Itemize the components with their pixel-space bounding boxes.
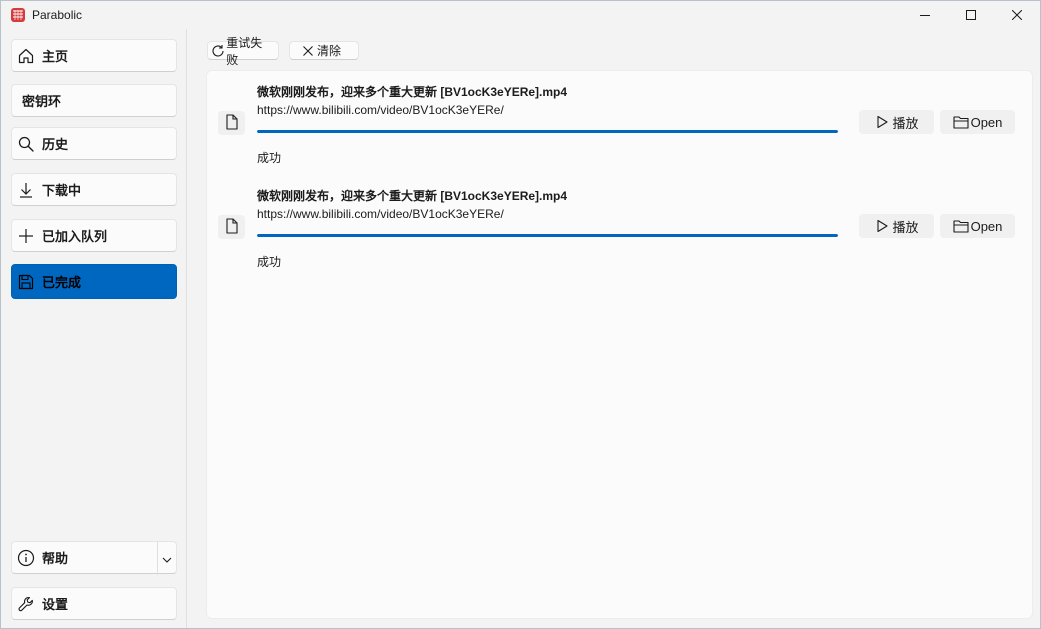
download-row: 微软刚刚发布，迎来多个重大更新 [BV1ocK3eYERe].mp4 https… xyxy=(207,79,1034,179)
retry-failed-button[interactable]: 重试失败 xyxy=(207,36,279,67)
window-title: Parabolic xyxy=(32,8,83,22)
save-disk-icon xyxy=(16,272,36,292)
download-url: https://www.bilibili.com/video/BV1ocK3eY… xyxy=(257,207,504,221)
retry-failed-label: 重试失败 xyxy=(226,35,263,67)
sidebar-item-label: 密钥环 xyxy=(22,94,62,109)
progress-fill xyxy=(257,234,838,237)
completed-downloads-list: 微软刚刚发布，迎来多个重大更新 [BV1ocK3eYERe].mp4 https… xyxy=(206,70,1033,619)
progress-fill xyxy=(257,130,838,133)
download-status: 成功 xyxy=(257,151,282,165)
sidebar-item-label: 主页 xyxy=(42,49,69,64)
play-label: 播放 xyxy=(892,219,919,235)
folder-icon xyxy=(953,114,969,130)
sidebar-item-history[interactable]: 历史 xyxy=(11,127,177,160)
clear-button[interactable]: 清除 xyxy=(289,41,359,60)
sidebar-item-label: 已加入队列 xyxy=(42,229,108,244)
minimize-icon xyxy=(920,10,930,20)
sidebar-item-queued[interactable]: 已加入队列 xyxy=(11,219,177,252)
maximize-button[interactable] xyxy=(948,1,994,29)
download-url: https://www.bilibili.com/video/BV1ocK3eY… xyxy=(257,103,504,117)
close-button[interactable] xyxy=(994,1,1040,29)
chevron-down-icon xyxy=(162,551,172,566)
sidebar-item-settings[interactable]: 设置 xyxy=(11,587,177,620)
home-icon xyxy=(16,46,36,66)
play-button[interactable]: 播放 xyxy=(859,214,934,238)
file-button[interactable] xyxy=(218,111,245,135)
folder-icon xyxy=(953,218,969,234)
download-row: 微软刚刚发布，迎来多个重大更新 [BV1ocK3eYERe].mp4 https… xyxy=(207,183,1034,283)
parabolic-logo-icon xyxy=(10,7,26,23)
sidebar-item-label: 已完成 xyxy=(42,275,82,290)
open-folder-button[interactable]: Open xyxy=(940,214,1015,238)
sidebar-item-keyring[interactable]: 密钥环 xyxy=(11,84,177,117)
close-x-icon xyxy=(300,43,316,59)
download-arrow-icon xyxy=(16,180,36,200)
open-label: Open xyxy=(970,114,1003,130)
sidebar-item-label: 历史 xyxy=(42,137,69,152)
help-expander-button[interactable] xyxy=(157,542,176,575)
play-icon xyxy=(874,218,890,234)
app-window: Parabolic 主页 密钥环 历史 下载中 已加入队列 已完成 帮助 设置 … xyxy=(0,0,1041,629)
file-icon xyxy=(225,113,239,133)
file-icon xyxy=(225,217,239,237)
play-label: 播放 xyxy=(892,115,919,131)
sidebar-item-completed[interactable]: 已完成 xyxy=(11,264,177,299)
search-icon xyxy=(16,134,36,154)
play-icon xyxy=(874,114,890,130)
sidebar-item-downloading[interactable]: 下载中 xyxy=(11,173,177,206)
title-bar[interactable]: Parabolic xyxy=(1,1,1040,29)
download-progress-bar xyxy=(257,130,838,133)
wrench-icon xyxy=(16,594,36,614)
sidebar xyxy=(1,29,186,628)
sidebar-item-help[interactable]: 帮助 xyxy=(11,541,177,575)
close-icon xyxy=(1012,10,1022,20)
info-icon xyxy=(16,548,36,568)
sidebar-item-label: 帮助 xyxy=(42,551,69,566)
file-button[interactable] xyxy=(218,215,245,239)
refresh-icon xyxy=(210,43,225,59)
clear-label: 清除 xyxy=(317,44,342,58)
plus-icon xyxy=(16,226,36,246)
maximize-icon xyxy=(966,10,976,20)
sidebar-item-label: 设置 xyxy=(42,597,69,612)
open-label: Open xyxy=(970,218,1003,234)
minimize-button[interactable] xyxy=(902,1,948,29)
sidebar-item-home[interactable]: 主页 xyxy=(11,39,177,72)
sidebar-divider xyxy=(186,29,187,628)
play-button[interactable]: 播放 xyxy=(859,110,934,134)
download-filename: 微软刚刚发布，迎来多个重大更新 [BV1ocK3eYERe].mp4 xyxy=(257,189,568,203)
sidebar-item-label: 下载中 xyxy=(42,183,82,198)
open-folder-button[interactable]: Open xyxy=(940,110,1015,134)
download-progress-bar xyxy=(257,234,838,237)
download-filename: 微软刚刚发布，迎来多个重大更新 [BV1ocK3eYERe].mp4 xyxy=(257,85,568,99)
download-status: 成功 xyxy=(257,255,282,269)
